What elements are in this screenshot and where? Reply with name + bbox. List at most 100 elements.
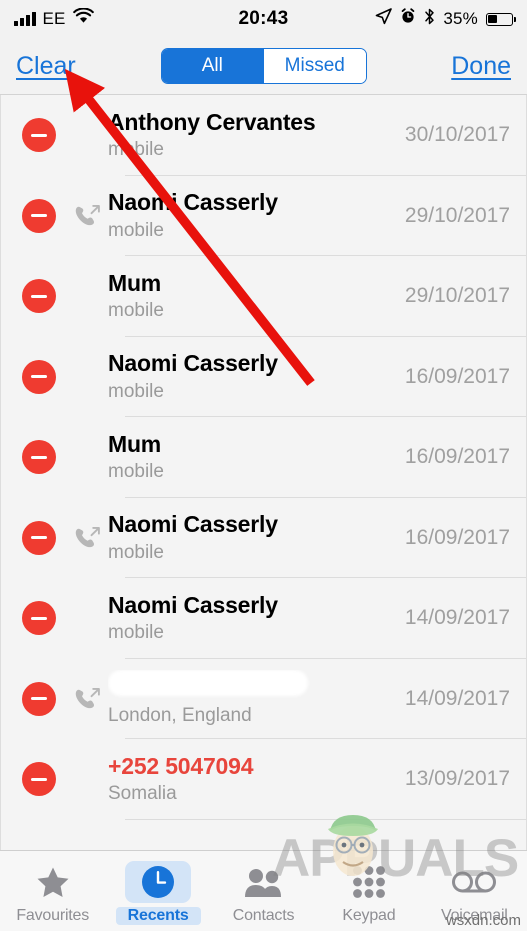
- battery-icon: [486, 12, 516, 26]
- call-contact-name: Mum: [108, 430, 162, 457]
- navigation-bar: Clear All Missed Done: [0, 38, 527, 95]
- tab-label: Keypad: [342, 907, 396, 924]
- call-row-subtitle: mobile: [108, 461, 164, 483]
- iphone-screen: EE 20:43 35% Clear All Missed Done Antho…: [0, 0, 527, 931]
- tab-bar[interactable]: Favourites Recents Contacts Keypad Voicemail: [0, 850, 527, 931]
- delete-call-button[interactable]: [22, 198, 56, 233]
- call-list-row[interactable]: London, England 14/09/2017: [1, 658, 526, 739]
- call-list-row[interactable]: Naomi Casserly mobile 14/09/2017: [1, 578, 526, 659]
- voicemail-icon: [441, 861, 507, 903]
- call-row-text: Naomi Casserly mobile: [108, 189, 405, 242]
- bluetooth-icon: [424, 8, 435, 31]
- clear-button[interactable]: Clear: [16, 52, 76, 81]
- status-bar-left: EE: [14, 7, 94, 30]
- call-row-text: Anthony Cervantes mobile: [108, 109, 405, 162]
- call-list-row[interactable]: Anthony Cervantes mobile 30/10/2017: [1, 95, 526, 176]
- call-row-text: Naomi Casserly mobile: [108, 511, 405, 564]
- call-contact-name: Naomi Casserly: [108, 350, 278, 377]
- delete-call-button[interactable]: [22, 520, 56, 555]
- call-date: 14/09/2017: [404, 606, 510, 630]
- minus-icon: [31, 697, 47, 701]
- status-bar: EE 20:43 35%: [0, 0, 527, 38]
- redacted-name-overlay: [108, 669, 308, 696]
- call-list-row[interactable]: Mum mobile 16/09/2017: [1, 417, 526, 498]
- minus-icon: [31, 455, 47, 459]
- minus-icon: [31, 375, 47, 379]
- call-row-subtitle: mobile: [108, 380, 164, 402]
- cellular-signal-icon: [14, 12, 36, 26]
- call-date: 16/09/2017: [404, 364, 510, 388]
- done-button[interactable]: Done: [451, 52, 511, 81]
- status-bar-right: 35%: [375, 7, 516, 31]
- minus-icon: [31, 133, 47, 137]
- minus-icon: [31, 214, 47, 218]
- star-icon: [20, 861, 86, 903]
- keypad-dots-icon: [336, 861, 402, 903]
- outgoing-call-icon: [70, 686, 104, 712]
- call-contact-name: +252 5047094: [108, 752, 254, 779]
- call-list-row[interactable]: +252 5047094 Somalia 13/09/2017: [1, 739, 526, 820]
- call-contact-name: Naomi Casserly: [108, 189, 278, 216]
- tab-favourites[interactable]: Favourites: [0, 851, 105, 931]
- tab-label: Contacts: [232, 907, 295, 924]
- delete-call-button[interactable]: [22, 440, 56, 475]
- tab-recents[interactable]: Recents: [105, 851, 210, 931]
- call-row-subtitle: mobile: [108, 139, 164, 161]
- minus-icon: [31, 616, 47, 620]
- people-icon: [231, 861, 297, 903]
- call-row-text: Naomi Casserly mobile: [108, 350, 405, 403]
- minus-icon: [31, 777, 47, 781]
- tab-label: Recents: [127, 907, 189, 924]
- call-contact-name: Anthony Cervantes: [108, 108, 316, 135]
- call-row-text: Mum mobile: [108, 270, 405, 323]
- delete-call-button[interactable]: [22, 601, 56, 636]
- segment-all[interactable]: All: [161, 49, 263, 83]
- call-row-subtitle: Somalia: [108, 783, 177, 805]
- call-contact-name: Naomi Casserly: [108, 591, 278, 618]
- location-arrow-icon: [375, 7, 393, 31]
- wifi-icon: [72, 7, 94, 30]
- call-row-text: +252 5047094 Somalia: [108, 753, 405, 806]
- minus-icon: [31, 294, 47, 298]
- call-row-subtitle: mobile: [108, 541, 164, 563]
- delete-call-button[interactable]: [22, 359, 56, 394]
- call-row-text: Naomi Casserly mobile: [108, 592, 405, 645]
- call-date: 16/09/2017: [404, 445, 510, 469]
- tab-keypad[interactable]: Keypad: [316, 851, 421, 931]
- call-contact-name: Mum: [108, 269, 162, 296]
- tab-label-wrap: Keypad: [342, 907, 395, 925]
- call-date: 29/10/2017: [404, 284, 510, 308]
- tab-label-wrap: Recents: [115, 907, 201, 925]
- delete-call-button[interactable]: [22, 279, 56, 314]
- outgoing-call-icon: [70, 525, 104, 551]
- call-row-subtitle: London, England: [108, 705, 252, 727]
- call-contact-name: [108, 669, 397, 701]
- call-date: 14/09/2017: [404, 686, 510, 710]
- call-list-row[interactable]: Mum mobile 29/10/2017: [1, 256, 526, 337]
- tab-label-wrap: Favourites: [16, 907, 89, 925]
- tab-contacts[interactable]: Contacts: [211, 851, 316, 931]
- tab-label-wrap: Voicemail: [441, 907, 508, 925]
- alarm-clock-icon: [400, 8, 416, 30]
- call-row-subtitle: mobile: [108, 300, 164, 322]
- carrier-label: EE: [42, 9, 66, 28]
- segment-missed[interactable]: Missed: [263, 49, 366, 83]
- delete-call-button[interactable]: [22, 118, 56, 153]
- call-filter-segmented-control[interactable]: All Missed: [160, 48, 367, 84]
- call-list-row[interactable]: Naomi Casserly mobile 29/10/2017: [1, 175, 526, 256]
- outgoing-call-icon: [70, 203, 104, 229]
- battery-percent-label: 35%: [443, 9, 478, 28]
- call-contact-name: Naomi Casserly: [108, 511, 278, 538]
- call-row-subtitle: mobile: [108, 219, 164, 241]
- delete-call-button[interactable]: [22, 762, 56, 797]
- call-list-row[interactable]: Naomi Casserly mobile 16/09/2017: [1, 497, 526, 578]
- recents-call-list[interactable]: Anthony Cervantes mobile 30/10/2017 Naomi C…: [0, 95, 527, 850]
- call-row-text: Mum mobile: [108, 431, 405, 484]
- call-date: 16/09/2017: [404, 525, 510, 549]
- tab-voicemail[interactable]: Voicemail: [422, 851, 527, 931]
- call-row-text: London, England: [108, 669, 405, 728]
- tab-label-wrap: Contacts: [233, 907, 295, 925]
- call-list-row[interactable]: Naomi Casserly mobile 16/09/2017: [1, 336, 526, 417]
- call-date: 13/09/2017: [404, 767, 510, 791]
- delete-call-button[interactable]: [22, 681, 56, 716]
